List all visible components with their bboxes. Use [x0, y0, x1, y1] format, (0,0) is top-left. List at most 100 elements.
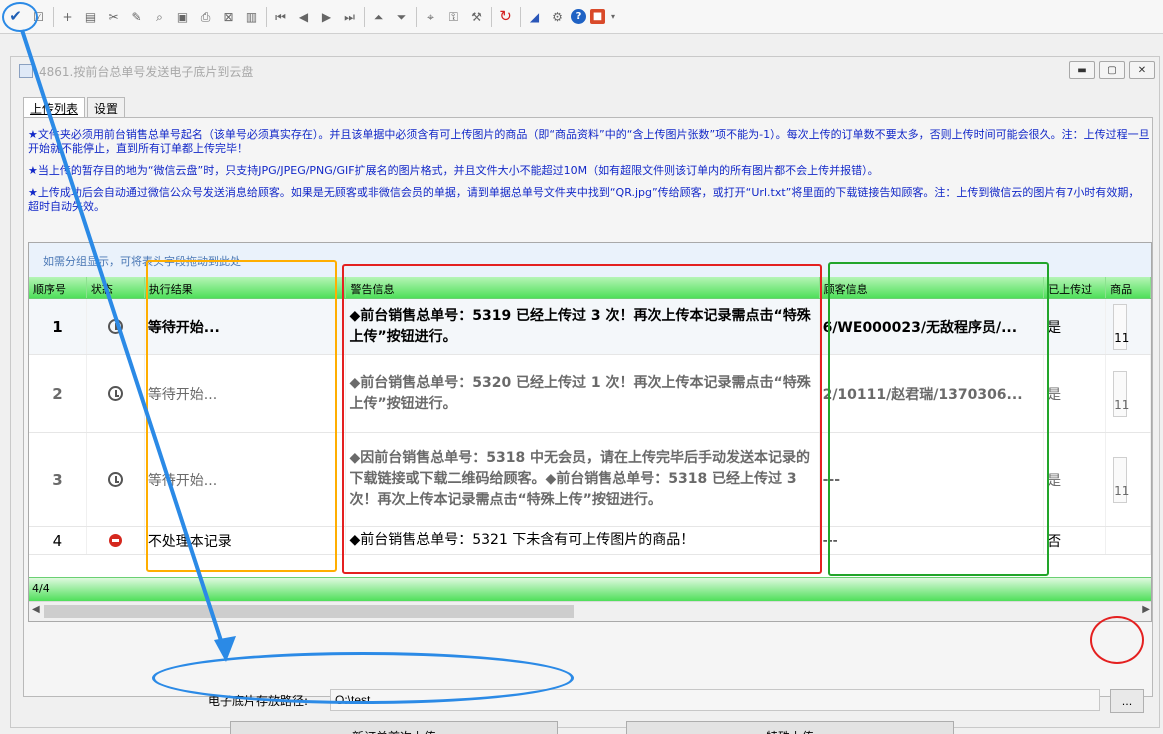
toolbar-separator	[416, 6, 417, 27]
row-seq: 4	[29, 527, 87, 554]
toolbar-separator	[53, 6, 54, 27]
upload-grid: 如需分组显示，可将表头字段拖动到此处 顺序号 状态 执行结果 警告信息 顾客信息…	[28, 242, 1152, 622]
row-customer: ---	[820, 527, 1045, 554]
row-customer: 6/WE000023/无敌程序员/...	[820, 299, 1045, 354]
upload-list-panel: ★文件夹必须用前台销售总单号起名（该单号必须真实存在）。并且该单据中必须含有可上…	[23, 117, 1153, 734]
table-row[interactable]: 4 不处理本记录 ◆前台销售总单号：5321 下未含有可上传图片的商品！ ---…	[29, 527, 1151, 555]
window-titlebar: 4861.按前台总单号发送电子底片到云盘	[11, 57, 1159, 85]
toolbar-separator	[266, 6, 267, 27]
row-product	[1106, 527, 1151, 554]
chart-icon[interactable]: ◢	[525, 7, 544, 26]
prev-record-icon[interactable]: ◀	[294, 7, 313, 26]
check-icon[interactable]: ✔	[6, 7, 25, 26]
first-record-icon[interactable]: ⏮	[271, 7, 290, 26]
record-count: 4/4	[32, 582, 50, 595]
scrollbar-thumb[interactable]	[44, 605, 574, 618]
column-header-customer[interactable]: 顾客信息	[820, 277, 1045, 298]
table-row[interactable]: 2 等待开始... ◆前台销售总单号：5320 已经上传过 1 次！再次上传本记…	[29, 355, 1151, 433]
row-uploaded: 是	[1044, 433, 1107, 526]
close-button[interactable]: ✕	[1129, 61, 1155, 79]
no-entry-icon	[108, 534, 122, 547]
path-input[interactable]	[330, 689, 1100, 711]
alarm-clock-icon	[107, 472, 123, 487]
row-product-value: 11	[1113, 456, 1129, 503]
tools-icon[interactable]: ✂	[104, 7, 123, 26]
tab-bar: 上传列表 设置	[23, 97, 127, 117]
help-icon[interactable]: ?	[571, 9, 586, 24]
print-icon[interactable]: ⎙	[196, 7, 215, 26]
toolbar-separator	[520, 6, 521, 27]
row-seq: 1	[29, 299, 87, 354]
checkbox-icon[interactable]: ☑	[29, 7, 48, 26]
note-after-upload: ★上传成功后会自动通过微信公众号发送消息给顾客。如果是无顾客或非微信会员的单据，…	[28, 186, 1140, 213]
restore-button[interactable]: ▢	[1099, 61, 1125, 79]
row-result: 等待开始...	[145, 355, 347, 432]
add-icon[interactable]: +	[58, 7, 77, 26]
zoom-icon[interactable]: ⌖	[421, 7, 440, 26]
print-preview-icon[interactable]: ▣	[173, 7, 192, 26]
library-icon[interactable]: ▥	[242, 7, 261, 26]
column-header-uploaded[interactable]: 已上传过	[1044, 277, 1107, 298]
special-upload-button[interactable]: 特殊上传	[626, 721, 954, 734]
column-header-status[interactable]: 状态	[87, 277, 145, 298]
insert-row-icon[interactable]: ▤	[81, 7, 100, 26]
row-product-value: 11	[1113, 303, 1129, 350]
dropdown-arrow-icon[interactable]: ▾	[609, 7, 617, 26]
note-folder-naming: ★文件夹必须用前台销售总单号起名（该单号必须真实存在）。并且该单据中必须含有可上…	[28, 128, 1150, 155]
stop-icon[interactable]: ■	[590, 9, 605, 24]
row-warning: ◆前台销售总单号：5321 下未含有可上传图片的商品！	[346, 527, 820, 554]
row-result: 等待开始...	[145, 299, 347, 354]
main-toolbar: ✔ ☑ + ▤ ✂ ✎ ⌕ ▣ ⎙ ⊠ ▥ ⏮ ◀ ▶ ⏭ ⏶ ⏷ ⌖ ⚿ ⚒ …	[0, 0, 1163, 34]
alarm-clock-icon	[107, 386, 123, 401]
path-label: 电子底片存放路径:	[208, 694, 309, 708]
key-icon[interactable]: ⚿	[444, 7, 463, 26]
move-up-icon[interactable]: ⏶	[369, 7, 388, 26]
row-warning: ◆前台销售总单号：5319 已经上传过 3 次！再次上传本记录需点击“特殊上传”…	[346, 299, 820, 354]
browse-button[interactable]: ...	[1110, 689, 1144, 713]
row-status	[87, 355, 145, 432]
key-edit-icon[interactable]: ⚒	[467, 7, 486, 26]
row-uploaded: 是	[1044, 299, 1107, 354]
row-product: 11	[1106, 355, 1151, 432]
grid-header: 顺序号 状态 执行结果 警告信息 顾客信息 已上传过 商品	[29, 277, 1151, 299]
window-app-icon	[19, 64, 33, 78]
row-product-value: 11	[1113, 370, 1129, 417]
row-warning: ◆因前台销售总单号：5318 中无会员，请在上传完毕后手动发送本记录的下载链接或…	[346, 433, 820, 526]
export-icon[interactable]: ⊠	[219, 7, 238, 26]
upload-window: 4861.按前台总单号发送电子底片到云盘 ▬ ▢ ✕ 上传列表 设置 ★文件夹必…	[10, 56, 1160, 734]
row-seq: 2	[29, 355, 87, 432]
row-product: 11	[1106, 433, 1151, 526]
last-record-icon[interactable]: ⏭	[340, 7, 359, 26]
table-row[interactable]: 1 等待开始... ◆前台销售总单号：5319 已经上传过 3 次！再次上传本记…	[29, 299, 1151, 355]
next-record-icon[interactable]: ▶	[317, 7, 336, 26]
toolbar-separator	[491, 6, 492, 27]
table-row[interactable]: 3 等待开始... ◆因前台销售总单号：5318 中无会员，请在上传完毕后手动发…	[29, 433, 1151, 527]
new-order-upload-button[interactable]: 新订单首次上传	[230, 721, 558, 734]
column-header-product[interactable]: 商品	[1106, 277, 1151, 298]
row-warning: ◆前台销售总单号：5320 已经上传过 1 次！再次上传本记录需点击“特殊上传”…	[346, 355, 820, 432]
refresh-icon[interactable]: ↻	[496, 7, 515, 26]
column-header-warning[interactable]: 警告信息	[346, 277, 820, 298]
row-customer: ---	[820, 433, 1045, 526]
column-header-seq[interactable]: 顺序号	[29, 277, 87, 298]
toolbar-separator	[364, 6, 365, 27]
scroll-left-icon[interactable]: ◀	[32, 604, 40, 615]
row-status	[87, 527, 145, 554]
tab-upload-list[interactable]: 上传列表	[23, 97, 86, 117]
row-uploaded: 是	[1044, 355, 1107, 432]
settings-icon[interactable]: ⚙	[548, 7, 567, 26]
row-customer: 2/10111/赵君瑞/1370306...	[820, 355, 1045, 432]
tab-settings[interactable]: 设置	[87, 97, 126, 117]
column-header-result[interactable]: 执行结果	[145, 277, 347, 298]
group-by-hint[interactable]: 如需分组显示，可将表头字段拖动到此处	[29, 243, 1151, 277]
instruction-notes: ★文件夹必须用前台销售总单号起名（该单号必须真实存在）。并且该单据中必须含有可上…	[28, 128, 1150, 222]
row-product: 11	[1106, 299, 1151, 354]
move-down-icon[interactable]: ⏷	[392, 7, 411, 26]
minimize-button[interactable]: ▬	[1069, 61, 1095, 79]
edit-icon[interactable]: ✎	[127, 7, 146, 26]
horizontal-scrollbar[interactable]: ◀ ▶	[29, 601, 1151, 621]
row-status	[87, 433, 145, 526]
row-result: 不处理本记录	[145, 527, 347, 554]
scroll-right-icon[interactable]: ▶	[1142, 604, 1150, 615]
find-icon[interactable]: ⌕	[150, 7, 169, 26]
